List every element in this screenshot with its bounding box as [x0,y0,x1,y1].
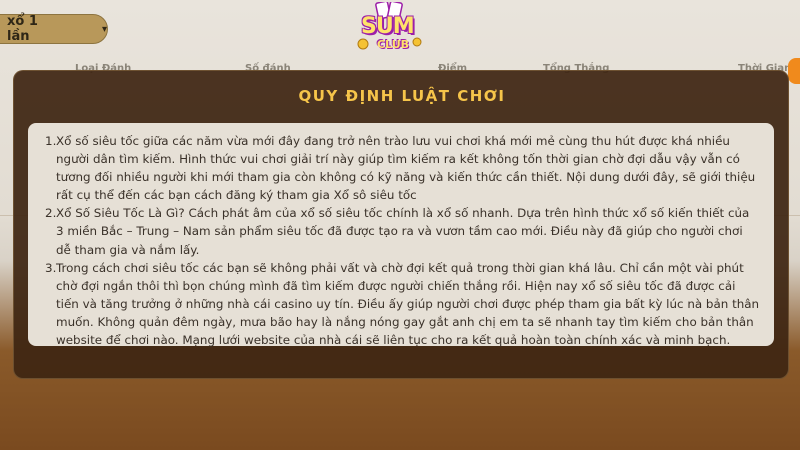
logo-main-text: SUM [361,14,415,39]
rule-number: 1. [45,134,57,148]
rule-item: 2. Xổ Số Siêu Tốc Là Gì? Cách phát âm củ… [45,204,760,258]
rule-text: Trong cách chơi siêu tốc các bạn sẽ khôn… [56,260,760,348]
rule-number: 3. [45,260,57,275]
rules-modal: QUY ĐỊNH LUẬT CHƠI 1. Xổ số siêu tốc giữ… [13,70,789,379]
rule-item: 3. Trong cách chơi siêu tốc các bạn sẽ k… [45,259,760,349]
logo-sub-text: CLUB [377,38,410,51]
draw-type-label: xổ 1 lần [7,14,38,44]
side-menu-tab[interactable] [788,58,800,84]
rules-list: 1. Xổ số siêu tốc giữa các năm vừa mới đ… [45,132,760,349]
rules-content: 1. Xổ số siêu tốc giữa các năm vừa mới đ… [28,123,774,349]
draw-type-dropdown[interactable]: xổ 1 lần ▾ [0,14,108,44]
sumclub-logo: SUM CLUB [355,2,425,60]
modal-title: QUY ĐỊNH LUẬT CHƠI [298,87,506,105]
rule-item: 1. Xổ số siêu tốc giữa các năm vừa mới đ… [45,132,760,204]
rule-text: Xổ số siêu tốc giữa các năm vừa mới đây … [56,134,756,203]
chevron-down-icon: ▾ [101,23,107,35]
rule-number: 2. [45,206,57,221]
rule-text: Xổ Số Siêu Tốc Là Gì? Cách phát âm của x… [56,206,750,257]
